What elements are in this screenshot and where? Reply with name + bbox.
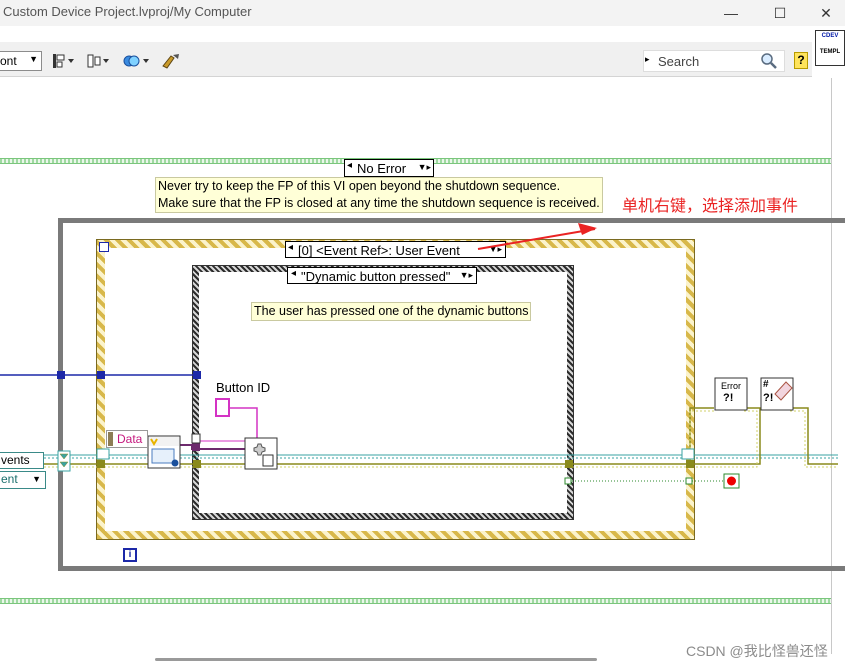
error-question-icon: ?! — [723, 392, 734, 404]
data-wire[interactable] — [180, 444, 245, 450]
event-type-dropdown-icon[interactable]: ▼ — [32, 474, 41, 484]
data-terminal-bar — [108, 432, 113, 446]
wire-tunnel — [193, 460, 201, 468]
events-control[interactable]: vents — [0, 452, 44, 469]
event-reg-terminal[interactable] — [681, 448, 695, 460]
data-terminal[interactable]: Data — [106, 430, 148, 448]
annotation-arrow — [477, 228, 596, 250]
button-id-wire[interactable] — [230, 407, 258, 440]
wire-tunnel — [564, 477, 572, 485]
diagram-wires — [0, 223, 838, 489]
unbundle-terminal[interactable] — [191, 433, 201, 444]
wire-tunnel — [565, 460, 573, 468]
events-control-label: vents — [1, 453, 30, 467]
clear-error-question-icon: ?! — [763, 392, 774, 404]
stop-icon — [727, 476, 736, 486]
wire-tunnel — [686, 460, 694, 468]
button-id-indicator[interactable] — [215, 398, 230, 417]
annotation-arrowhead — [578, 223, 597, 235]
cdev-subvi-screen — [151, 448, 175, 464]
wire-tunnel — [57, 371, 65, 379]
wire-tunnel — [685, 477, 693, 485]
horizontal-scrollbar[interactable] — [155, 658, 597, 661]
event-type-dropdown[interactable]: ent ▼ — [0, 471, 46, 489]
wire-tunnel — [192, 443, 200, 451]
data-terminal-label: Data — [117, 432, 143, 446]
wire-tunnel — [193, 371, 201, 379]
wire-tunnel — [97, 371, 105, 379]
iteration-terminal[interactable]: i — [123, 548, 137, 562]
invoke-node-doc-icon — [262, 454, 274, 467]
info-icon — [171, 459, 179, 467]
hash-icon: # — [763, 379, 769, 390]
event-reg-terminal[interactable] — [96, 448, 110, 460]
csdn-watermark: CSDN @我比怪兽还怪 — [686, 643, 828, 659]
error-icon-label: Error — [721, 381, 741, 391]
wire-tunnel — [97, 460, 105, 468]
event-type-value: ent — [1, 472, 18, 486]
